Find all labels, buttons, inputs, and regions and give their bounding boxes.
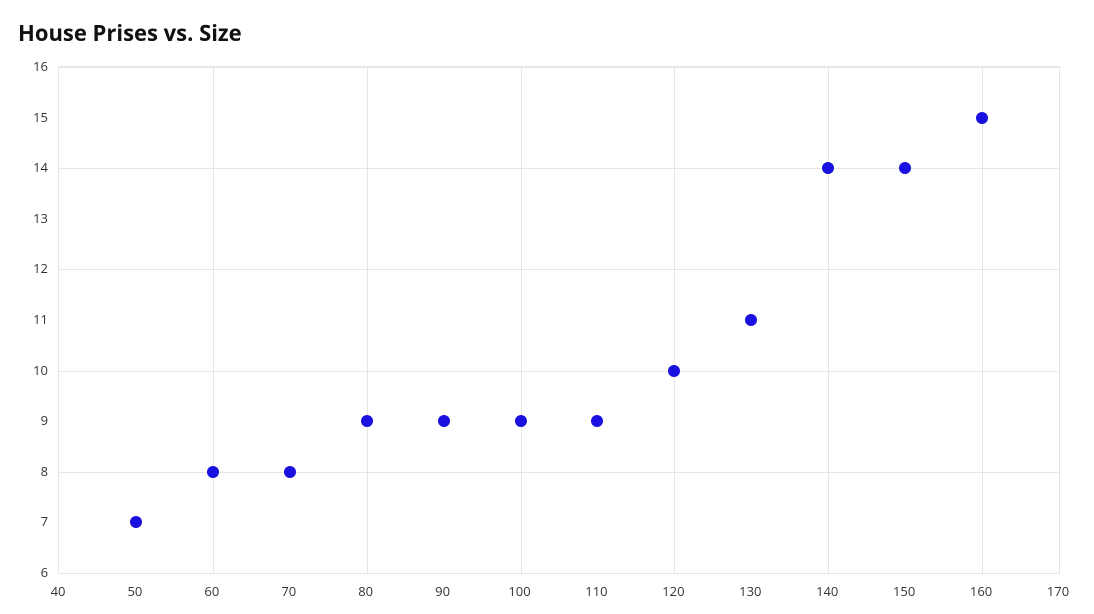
x-tick-label: 170	[1047, 582, 1069, 600]
x-tick-label: 90	[435, 582, 450, 600]
x-tick-label: 50	[127, 582, 142, 600]
x-tick-label: 160	[970, 582, 992, 600]
data-point[interactable]	[899, 162, 911, 174]
y-tick-label: 14	[33, 158, 48, 176]
chart-container: House Prises vs. Size 40 50 60 70 80 90 100 110…	[0, 0, 1094, 614]
chart-title: House Prises vs. Size	[18, 18, 242, 48]
x-tick-label: 70	[281, 582, 296, 600]
x-tick-label: 100	[508, 582, 530, 600]
x-tick-label: 110	[585, 582, 607, 600]
y-tick-label: 12	[33, 259, 48, 277]
gridline-vertical	[213, 67, 214, 573]
x-tick-label: 60	[204, 582, 219, 600]
x-tick-label: 140	[816, 582, 838, 600]
x-tick-label: 150	[893, 582, 915, 600]
x-tick-label: 80	[358, 582, 373, 600]
data-point[interactable]	[438, 415, 450, 427]
x-tick-label: 120	[662, 582, 684, 600]
x-tick-label: 40	[51, 582, 66, 600]
gridline-vertical	[674, 67, 675, 573]
data-point[interactable]	[976, 112, 988, 124]
gridline-horizontal	[59, 67, 1059, 68]
data-point[interactable]	[822, 162, 834, 174]
gridline-horizontal	[59, 573, 1059, 574]
y-tick-label: 8	[41, 462, 48, 480]
data-point[interactable]	[130, 516, 142, 528]
y-tick-label: 16	[33, 57, 48, 75]
gridline-vertical	[367, 67, 368, 573]
data-point[interactable]	[207, 466, 219, 478]
x-tick-label: 130	[739, 582, 761, 600]
data-point[interactable]	[745, 314, 757, 326]
y-tick-label: 15	[33, 108, 48, 126]
gridline-vertical	[828, 67, 829, 573]
y-tick-label: 9	[41, 411, 48, 429]
data-point[interactable]	[284, 466, 296, 478]
y-tick-label: 13	[33, 209, 48, 227]
plot-area[interactable]	[58, 66, 1060, 574]
gridline-horizontal	[59, 269, 1059, 270]
y-tick-label: 6	[41, 563, 48, 581]
gridline-vertical	[521, 67, 522, 573]
data-point[interactable]	[515, 415, 527, 427]
data-point[interactable]	[591, 415, 603, 427]
data-point[interactable]	[361, 415, 373, 427]
y-tick-label: 11	[33, 310, 48, 328]
y-tick-label: 7	[41, 512, 48, 530]
y-tick-label: 10	[33, 361, 48, 379]
gridline-horizontal	[59, 371, 1059, 372]
gridline-vertical	[982, 67, 983, 573]
data-point[interactable]	[668, 365, 680, 377]
